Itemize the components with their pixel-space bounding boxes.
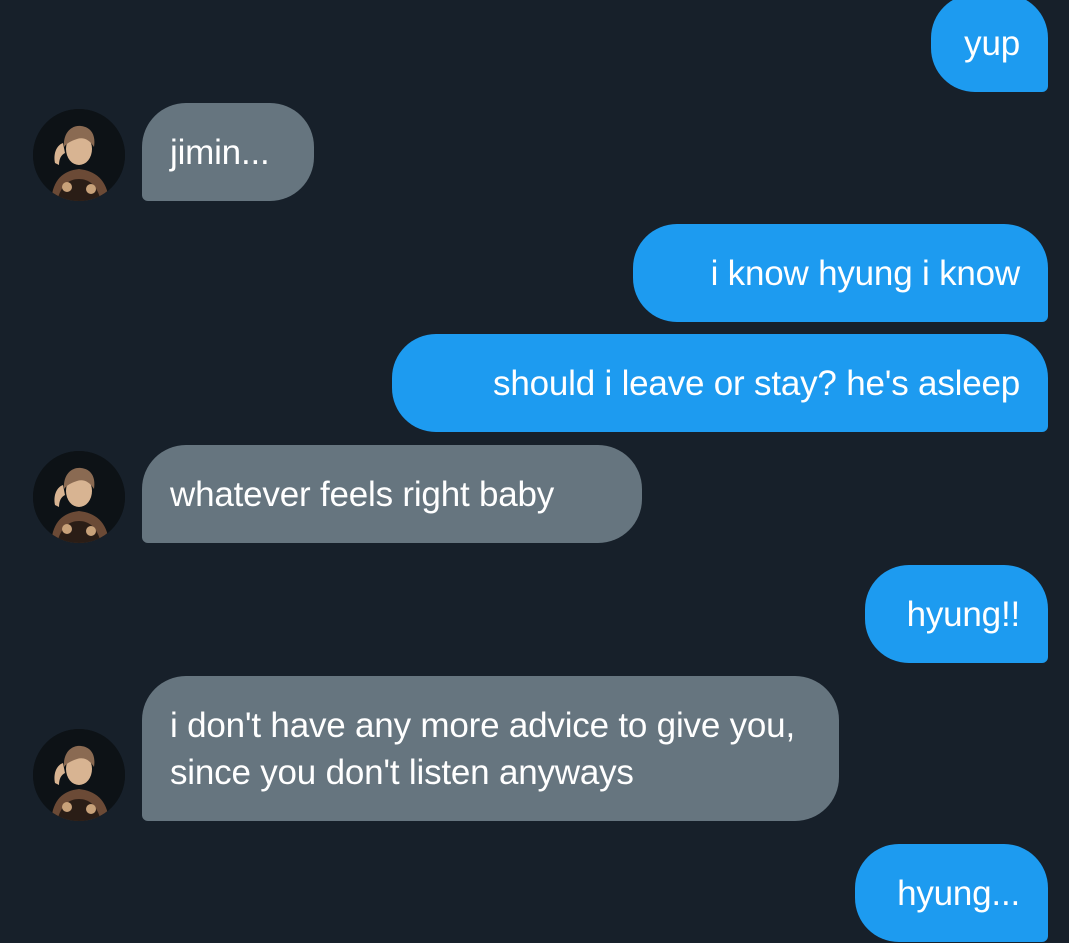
sent-message-bubble[interactable]: hyung... (855, 844, 1048, 942)
sent-message-bubble[interactable]: hyung!! (865, 565, 1048, 663)
sent-message-bubble[interactable]: i know hyung i know (633, 224, 1048, 322)
avatar-photo-icon (33, 729, 125, 821)
message-text: whatever feels right baby (170, 474, 555, 514)
message-text: hyung!! (906, 594, 1021, 634)
message-text: hyung... (897, 873, 1020, 913)
received-message-bubble[interactable]: whatever feels right baby (142, 445, 642, 543)
contact-avatar[interactable] (33, 451, 125, 543)
message-text: yup (964, 23, 1020, 63)
received-message-bubble[interactable]: jimin... (142, 103, 314, 201)
message-text: should i leave or stay? he's asleep (493, 363, 1020, 403)
message-text: i know hyung i know (710, 253, 1021, 293)
avatar-photo-icon (33, 109, 125, 201)
received-message-bubble[interactable]: i don't have any more advice to give you… (142, 676, 839, 821)
message-text: jimin... (170, 132, 270, 172)
contact-avatar[interactable] (33, 109, 125, 201)
sent-message-bubble[interactable]: should i leave or stay? he's asleep (392, 334, 1048, 432)
message-text: i don't have any more advice to give you… (170, 705, 795, 792)
contact-avatar[interactable] (33, 729, 125, 821)
avatar-photo-icon (33, 451, 125, 543)
sent-message-bubble[interactable]: yup (931, 0, 1048, 92)
